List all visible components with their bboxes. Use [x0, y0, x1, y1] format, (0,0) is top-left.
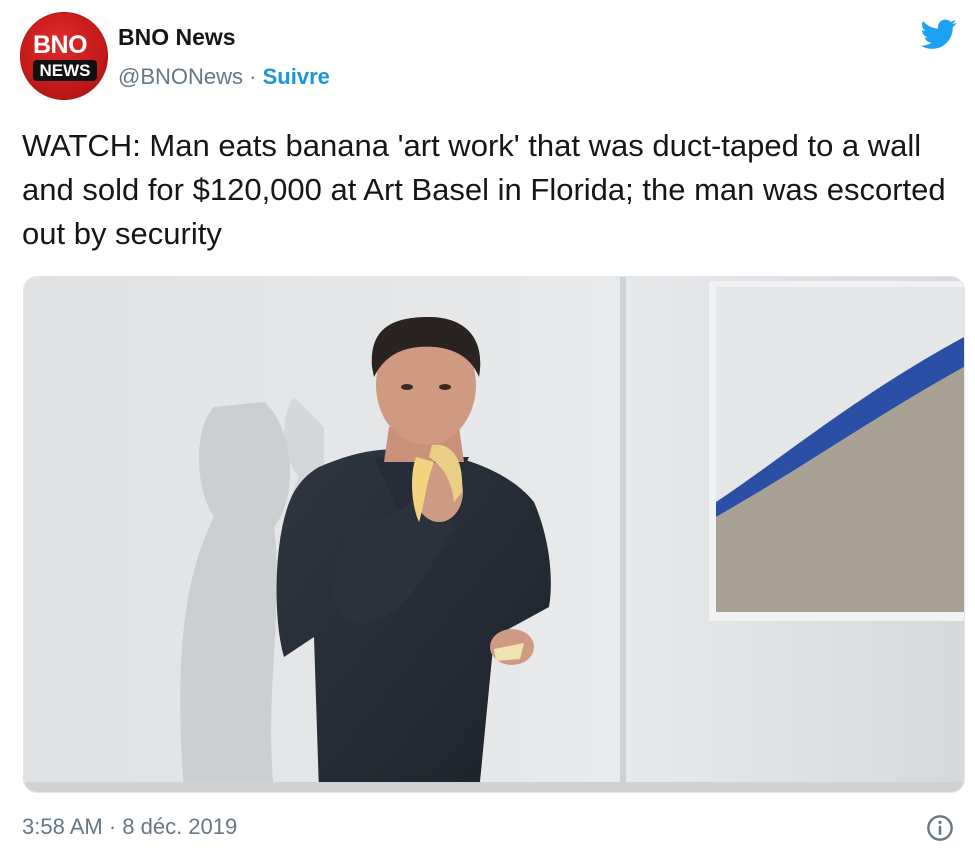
handle-separator: · — [249, 64, 257, 89]
author-handle-row: @BNONews · Suivre — [118, 64, 330, 90]
author-avatar[interactable]: BNO NEWS — [20, 12, 108, 100]
tweet-timestamp[interactable]: 3:58 AM · 8 déc. 2019 — [22, 814, 237, 840]
author-display-name[interactable]: BNO News — [118, 24, 236, 51]
avatar-logo-top: BNO — [33, 31, 88, 59]
tweet-text: WATCH: Man eats banana 'art work' that w… — [22, 128, 946, 251]
author-handle[interactable]: @BNONews — [118, 64, 243, 89]
tweet-video[interactable] — [23, 276, 965, 793]
avatar-logo-bottom: NEWS — [33, 60, 97, 81]
info-icon[interactable] — [926, 814, 954, 842]
follow-button[interactable]: Suivre — [263, 64, 330, 89]
video-frame — [24, 277, 964, 792]
twitter-bird-icon[interactable] — [917, 16, 961, 52]
